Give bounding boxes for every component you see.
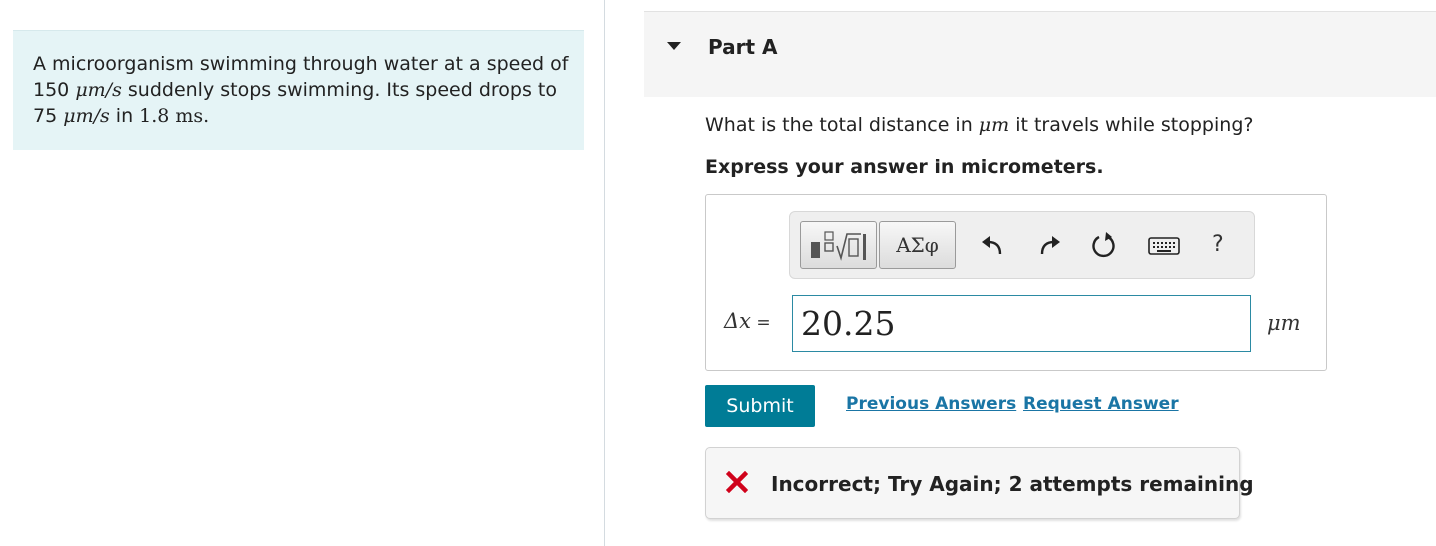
answer-instruction: Express your answer in micrometers. — [705, 156, 1104, 178]
problem-line-2: 150 μm/s suddenly stops swimming. Its sp… — [33, 79, 557, 101]
column-divider — [604, 0, 605, 546]
math-toolbar: ΑΣφ ? — [789, 211, 1255, 279]
speed-unit: μm/s — [63, 105, 110, 127]
previous-answers-link[interactable]: Previous Answers — [846, 394, 1016, 414]
templates-button[interactable] — [800, 221, 877, 269]
collapse-caret-icon[interactable] — [667, 42, 681, 50]
help-button[interactable]: ? — [1212, 232, 1224, 257]
problem-line-3: 75 μm/s in 1.8 ms. — [33, 105, 210, 127]
time-value: 1.8 ms. — [139, 105, 210, 127]
templates-icon — [811, 231, 866, 261]
problem-line-1: A microorganism swimming through water a… — [33, 53, 569, 75]
part-title: Part A — [708, 35, 778, 59]
part-header[interactable]: Part A — [644, 11, 1436, 97]
reset-icon[interactable] — [1089, 230, 1119, 260]
feedback-text: Incorrect; Try Again; 2 attempts remaini… — [771, 472, 1254, 496]
question-unit: μm — [978, 114, 1010, 136]
problem-statement: A microorganism swimming through water a… — [13, 30, 584, 150]
speed-unit: μm/s — [75, 79, 122, 101]
greek-symbols-button[interactable]: ΑΣφ — [879, 221, 956, 269]
answer-box: ΑΣφ ? Δx = μm — [705, 194, 1327, 371]
feedback-message: Incorrect; Try Again; 2 attempts remaini… — [705, 447, 1254, 519]
request-answer-link[interactable]: Request Answer — [1023, 394, 1179, 414]
answer-variable-label: Δx = — [724, 309, 777, 333]
answer-input[interactable] — [792, 295, 1251, 352]
keyboard-icon[interactable] — [1147, 230, 1181, 260]
answer-unit: μm — [1267, 311, 1301, 335]
redo-icon[interactable] — [1034, 230, 1064, 260]
question-text: What is the total distance in μm it trav… — [705, 114, 1254, 136]
submit-button[interactable]: Submit — [705, 385, 815, 427]
undo-icon[interactable] — [978, 230, 1008, 260]
incorrect-x-icon — [726, 471, 748, 493]
